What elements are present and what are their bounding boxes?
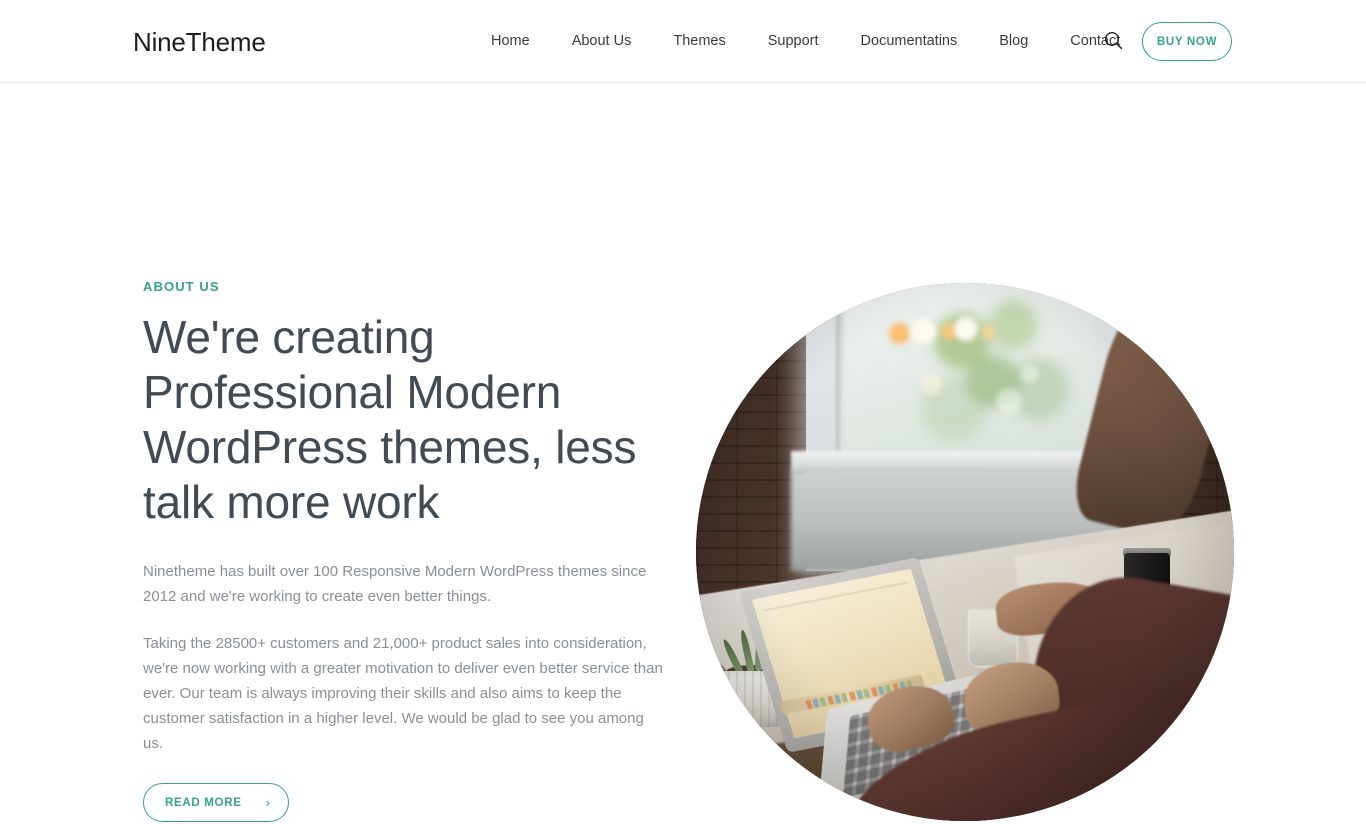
nav-link-blog[interactable]: Blog	[978, 0, 1049, 83]
buy-now-button[interactable]: BUY NOW	[1142, 22, 1232, 61]
read-more-button[interactable]: READ MORE ›	[143, 783, 289, 822]
nav-link-about-us[interactable]: About Us	[551, 0, 653, 83]
nav-link-home[interactable]: Home	[470, 0, 551, 83]
page-title: We're creating Professional Modern WordP…	[143, 311, 637, 528]
read-more-label: READ MORE	[165, 796, 242, 809]
chevron-right-icon: ›	[265, 795, 271, 810]
search-icon	[1104, 31, 1123, 53]
image-vignette	[696, 283, 1234, 821]
nav-link-themes[interactable]: Themes	[652, 0, 746, 83]
about-paragraph-1: Ninetheme has built over 100 Responsive …	[143, 563, 647, 605]
about-section: ABOUT US We're creating Professional Mod…	[0, 83, 1366, 824]
main-navigation: Home About Us Themes Support Documentati…	[470, 0, 1141, 83]
header-actions: BUY NOW	[1096, 0, 1232, 83]
about-text-column: ABOUT US We're creating Professional Mod…	[143, 279, 673, 822]
about-hero-image	[696, 283, 1234, 821]
search-button[interactable]	[1096, 25, 1130, 59]
brand-logo[interactable]: NineTheme	[133, 27, 266, 57]
nav-link-documentations[interactable]: Documentatins	[840, 0, 979, 83]
about-paragraph-2: Taking the 28500+ customers and 21,000+ …	[143, 635, 663, 752]
site-header: NineTheme Home About Us Themes Support D…	[0, 0, 1366, 83]
section-eyebrow: ABOUT US	[143, 279, 220, 294]
nav-link-support[interactable]: Support	[747, 0, 840, 83]
